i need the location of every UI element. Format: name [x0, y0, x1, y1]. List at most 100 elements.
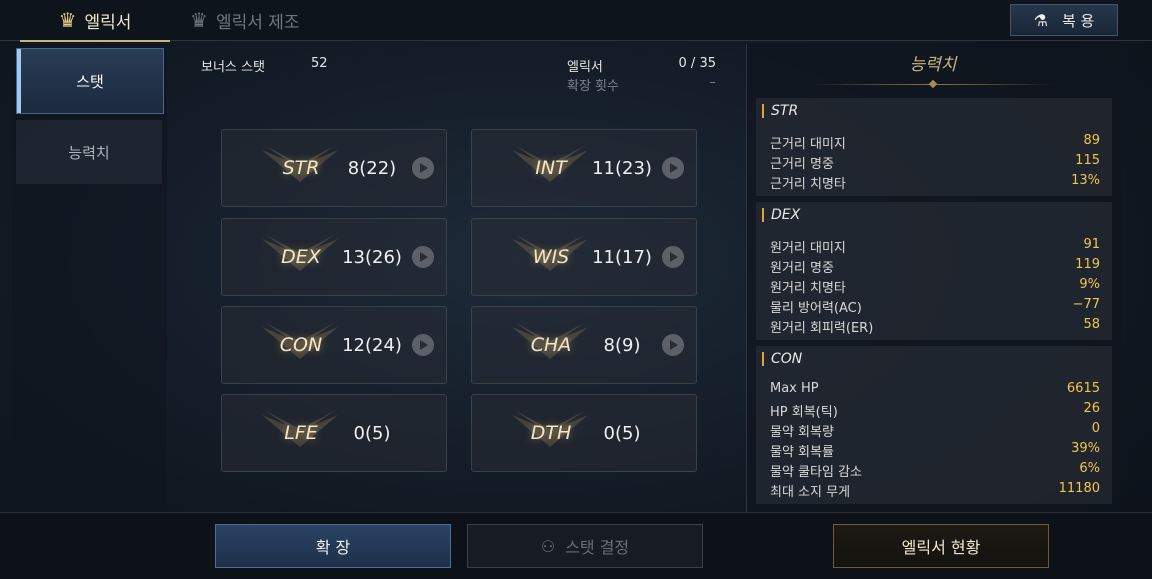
ability-row: 원거리 회피력(ER) 58 [770, 317, 1100, 336]
ability-value: 11180 [1058, 481, 1100, 496]
ability-section-str: STR 근거리 대미지 89 근거리 명중 115 근거리 치명타 13% [756, 98, 1112, 196]
ability-label: 물약 회복률 [770, 445, 834, 460]
ability-value: 39% [1071, 441, 1100, 456]
ability-row: 최대 소지 무게 11180 [770, 481, 1100, 500]
stat-name: WIS [532, 246, 570, 268]
person-check-icon: ⚇ [540, 536, 556, 556]
stat-name: CON [279, 334, 323, 356]
sidebar-item-label: 스탯 [76, 72, 104, 91]
ability-value: 115 [1075, 153, 1100, 168]
stat-value: 0(5) [353, 422, 391, 444]
tab-elixir-label: 엘릭서 [84, 12, 132, 33]
stat-value: 8(22) [347, 157, 397, 179]
ability-label: 원거리 명중 [770, 261, 834, 276]
ability-value: 6615 [1066, 381, 1100, 396]
ability-label: 물약 회복량 [770, 425, 834, 440]
ability-row: 원거리 치명타 9% [770, 277, 1100, 296]
ability-label: 최대 소지 무게 [770, 485, 851, 500]
stat-value: 0(5) [603, 422, 641, 444]
stat-value: 11(17) [592, 246, 652, 268]
crown-icon: ♛ [58, 8, 77, 32]
elixir-status-label: 엘릭서 현황 [901, 538, 981, 557]
ability-label: 원거리 치명타 [770, 281, 846, 296]
play-icon[interactable] [412, 246, 434, 268]
section-header: CON [762, 346, 802, 372]
stat-box-wis[interactable]: WIS 11(17) [471, 218, 697, 296]
ability-label: 물리 방어력(AC) [770, 301, 862, 316]
bonus-stat-value: 52 [311, 56, 328, 71]
tab-elixir-craft-label: 엘릭서 제조 [215, 12, 300, 33]
stat-box-dex[interactable]: DEX 13(26) [221, 218, 447, 296]
sidebar [12, 44, 167, 512]
play-icon[interactable] [662, 334, 684, 356]
section-title: STR [771, 103, 799, 119]
ability-label: HP 회복(틱) [770, 405, 838, 420]
ability-value: 89 [1083, 133, 1100, 148]
ability-value: 13% [1071, 173, 1100, 188]
crown-icon: ♛ [190, 8, 208, 32]
ability-label: Max HP [770, 381, 819, 396]
ability-value: 6% [1079, 461, 1100, 476]
stat-name: DTH [530, 422, 572, 444]
ability-value: −77 [1072, 297, 1100, 312]
ability-row: 원거리 대미지 91 [770, 237, 1100, 256]
expand-count-label: 확장 횟수 [567, 79, 619, 94]
sidebar-item-abilities[interactable]: 능력치 [16, 120, 162, 184]
sidebar-item-label: 능력치 [68, 143, 110, 162]
section-header: STR [762, 98, 798, 124]
play-icon[interactable] [662, 157, 684, 179]
stat-confirm-button[interactable]: ⚇ 스탯 결정 [467, 524, 703, 568]
ability-row: 물약 회복량 0 [770, 421, 1100, 440]
ability-section-con: CON Max HP 6615 HP 회복(틱) 26 물약 회복량 0 물약 회복률… [756, 346, 1112, 504]
ability-row: HP 회복(틱) 26 [770, 401, 1100, 420]
bonus-stat-label: 보너스 스탯 [201, 60, 265, 75]
elixir-count-value: 0 / 35 [678, 56, 716, 71]
stat-value: 8(9) [603, 334, 641, 356]
play-icon[interactable] [412, 334, 434, 356]
stat-value: 12(24) [342, 334, 402, 356]
section-title: CON [771, 351, 803, 367]
section-title: DEX [771, 207, 801, 223]
stat-box-con[interactable]: CON 12(24) [221, 306, 447, 384]
stat-value: 11(23) [592, 157, 652, 179]
stat-box-dth[interactable]: DTH 0(5) [471, 394, 697, 472]
ability-label: 근거리 대미지 [770, 137, 846, 152]
stat-name: INT [535, 157, 567, 179]
ability-row: Max HP 6615 [770, 381, 1100, 400]
ability-row: 원거리 명중 119 [770, 257, 1100, 276]
ability-label: 원거리 대미지 [770, 241, 846, 256]
stat-confirm-label: 스탯 결정 [565, 538, 630, 557]
stat-box-str[interactable]: STR 8(22) [221, 129, 447, 207]
expand-count-value: – [709, 75, 717, 90]
ability-section-dex: DEX 원거리 대미지 91 원거리 명중 119 원거리 치명타 9% 물리 방어력… [756, 202, 1112, 340]
stat-box-cha[interactable]: CHA 8(9) [471, 306, 697, 384]
tab-elixir-craft[interactable]: ♛ 엘릭서 제조 [190, 0, 330, 40]
use-elixir-button[interactable]: ⚗ 복 용 [1010, 4, 1118, 36]
elixir-count-label: 엘릭서 [567, 60, 603, 75]
stat-name: DEX [281, 246, 321, 268]
stat-box-lfe[interactable]: LFE 0(5) [221, 394, 447, 472]
ability-label: 근거리 명중 [770, 157, 834, 172]
play-icon[interactable] [662, 246, 684, 268]
sidebar-item-stats[interactable]: 스탯 [16, 48, 164, 114]
ability-row: 물리 방어력(AC) −77 [770, 297, 1100, 316]
ability-label: 물약 쿨타임 감소 [770, 465, 862, 480]
potion-icon: ⚗ [1033, 10, 1048, 30]
ability-row: 근거리 치명타 13% [770, 173, 1100, 192]
ability-row: 근거리 명중 115 [770, 153, 1100, 172]
stat-box-int[interactable]: INT 11(23) [471, 129, 697, 207]
stat-name: CHA [530, 334, 572, 356]
ability-row: 물약 쿨타임 감소 6% [770, 461, 1100, 480]
use-elixir-label: 복 용 [1061, 11, 1095, 30]
ability-value: 9% [1079, 277, 1100, 292]
play-icon[interactable] [412, 157, 434, 179]
ability-value: 91 [1083, 237, 1100, 252]
tab-elixir[interactable]: ♛ 엘릭서 [20, 0, 170, 42]
stat-name: STR [282, 157, 320, 179]
expand-button[interactable]: 확 장 [215, 524, 451, 568]
ability-panel-title: 능력치 [909, 55, 957, 75]
top-tab-bar [0, 0, 1152, 41]
stat-value: 13(26) [342, 246, 402, 268]
elixir-status-button[interactable]: 엘릭서 현황 [833, 524, 1049, 568]
ability-row: 근거리 대미지 89 [770, 133, 1100, 152]
